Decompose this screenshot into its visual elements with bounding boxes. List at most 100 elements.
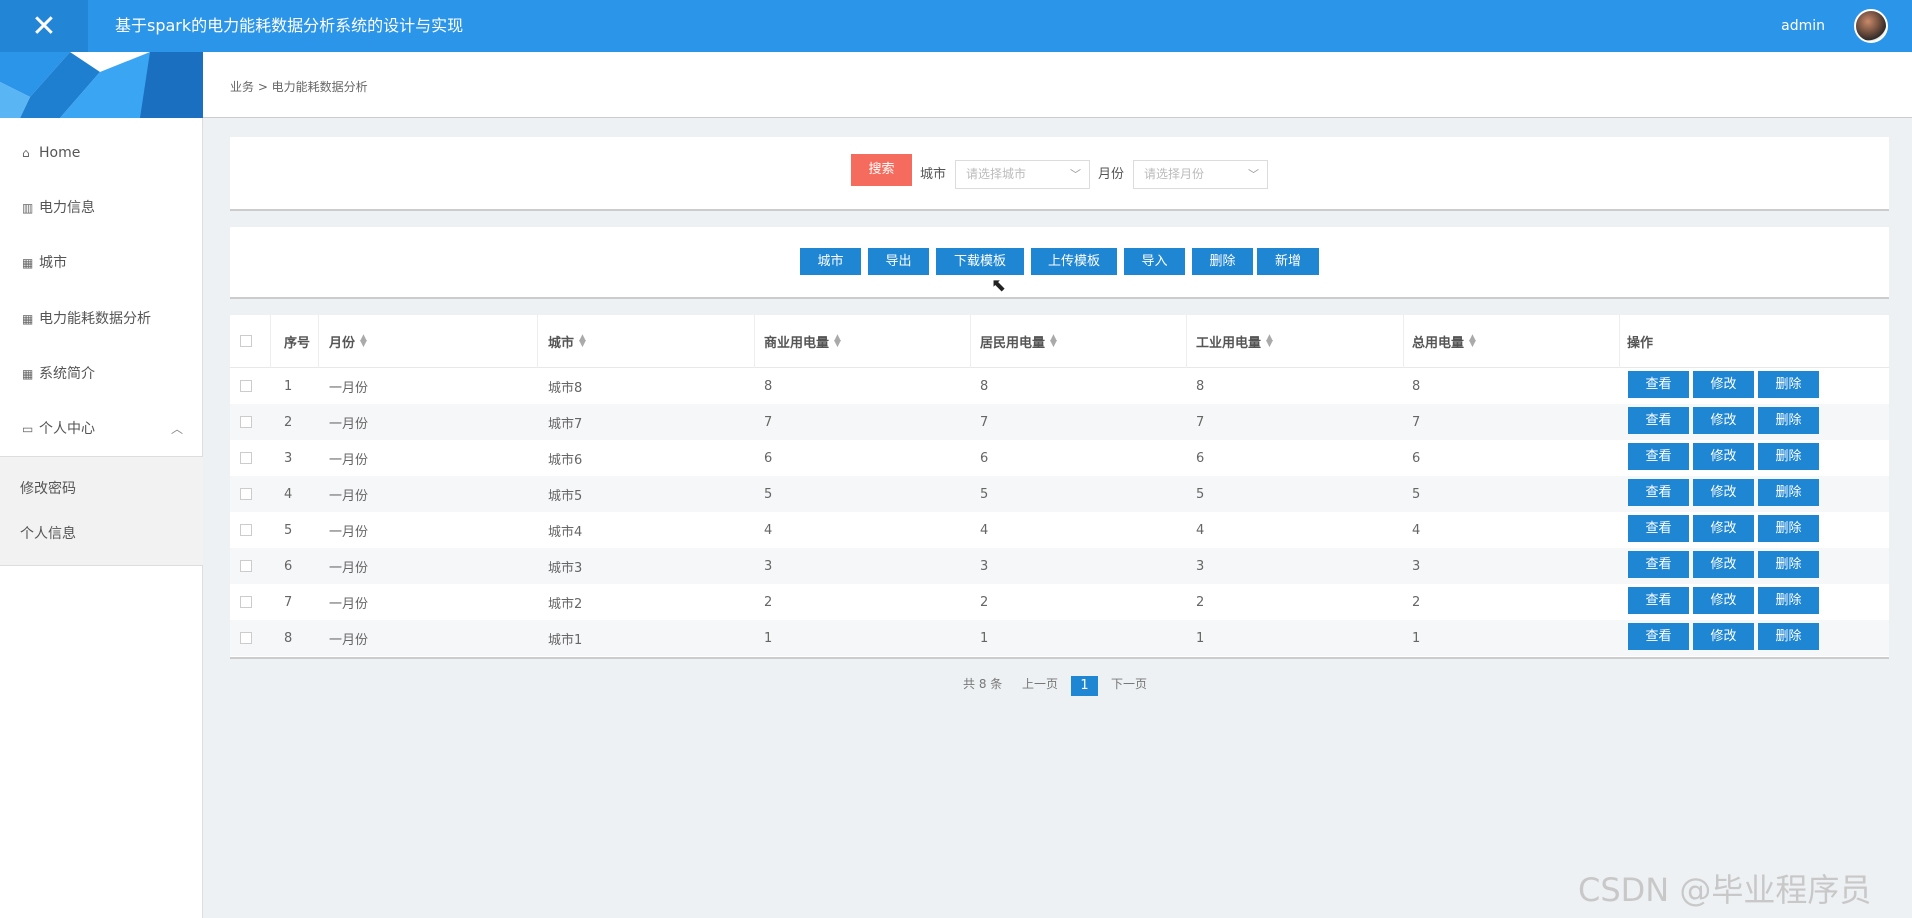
breadcrumb-bar: 业务 > 电力能耗数据分析 [203, 52, 1912, 118]
table-cell: 4 [764, 522, 773, 538]
view-button[interactable]: 查看 [1628, 479, 1689, 506]
table-cell: 城市6 [548, 452, 583, 468]
sort-icon[interactable]: ▲ ▼ [834, 334, 841, 349]
edit-button[interactable]: 修改 [1693, 407, 1754, 434]
table-row: 7 一月份 城市2 2 2 2 2 查看 修改 删除 [230, 584, 1889, 620]
sidebar-item-personal-info[interactable]: 个人信息 [20, 523, 76, 543]
app-title: 基于spark的电力能耗数据分析系统的设计与实现 [115, 16, 464, 35]
col-city[interactable]: 城市 ▲ ▼ [548, 315, 586, 367]
table-cell: 5 [1196, 486, 1205, 502]
pagination-current-page[interactable]: 1 [1071, 676, 1098, 696]
table-cell: 7 [284, 594, 293, 610]
row-delete-button[interactable]: 删除 [1758, 623, 1819, 650]
table-cell: 城市3 [548, 560, 583, 576]
col-residential[interactable]: 居民用电量 ▲ ▼ [980, 315, 1057, 367]
row-delete-button[interactable]: 删除 [1758, 371, 1819, 398]
sidebar-item-home[interactable]: ⌂ Home [0, 131, 203, 175]
export-button[interactable]: 导出 [868, 248, 929, 275]
add-button[interactable]: 新增 [1257, 248, 1319, 275]
username[interactable]: admin [1781, 0, 1825, 52]
close-icon[interactable]: ✕ [0, 0, 88, 52]
table-row: 4 一月份 城市5 5 5 5 5 查看 修改 删除 [230, 476, 1889, 512]
pagination-prev[interactable]: 上一页 [1022, 675, 1058, 692]
sidebar-item-city[interactable]: ▦ 城市 [0, 241, 203, 285]
view-button[interactable]: 查看 [1628, 407, 1689, 434]
table-cell: 1 [1196, 630, 1205, 646]
table-cell: 4 [1196, 522, 1205, 538]
view-button[interactable]: 查看 [1628, 551, 1689, 578]
row-delete-button[interactable]: 删除 [1758, 407, 1819, 434]
sort-icon[interactable]: ▲ ▼ [1050, 334, 1057, 349]
table-cell: 7 [980, 414, 989, 430]
sidebar-item-change-password[interactable]: 修改密码 [20, 478, 76, 498]
row-checkbox[interactable] [240, 440, 252, 476]
table-cell: 城市1 [548, 632, 583, 648]
edit-button[interactable]: 修改 [1693, 551, 1754, 578]
row-checkbox[interactable] [240, 584, 252, 620]
upload-template-button[interactable]: 上传模板 [1031, 248, 1117, 275]
col-month[interactable]: 月份 ▲ ▼ [329, 315, 367, 367]
bar-chart-icon: ▥ [22, 201, 34, 215]
download-template-button[interactable]: 下载模板 [936, 248, 1024, 275]
row-checkbox[interactable] [240, 404, 252, 440]
row-delete-button[interactable]: 删除 [1758, 587, 1819, 614]
select-all-checkbox[interactable] [240, 315, 252, 367]
sort-icon[interactable]: ▲ ▼ [1469, 334, 1476, 349]
row-checkbox[interactable] [240, 512, 252, 548]
col-industrial[interactable]: 工业用电量 ▲ ▼ [1196, 315, 1273, 367]
edit-button[interactable]: 修改 [1693, 479, 1754, 506]
table-cell: 6 [284, 558, 293, 574]
sort-icon[interactable]: ▲ ▼ [360, 334, 367, 349]
sidebar-item-energy-analysis[interactable]: ▦ 电力能耗数据分析 [0, 297, 203, 341]
sort-icon[interactable]: ▲ ▼ [1266, 334, 1273, 349]
table-cell: 6 [1412, 450, 1421, 466]
edit-button[interactable]: 修改 [1693, 443, 1754, 470]
edit-button[interactable]: 修改 [1693, 515, 1754, 542]
personal-center-submenu: 修改密码 个人信息 [0, 456, 203, 566]
delete-button[interactable]: 删除 [1192, 248, 1253, 275]
table-header: 序号 月份 ▲ ▼ 城市 ▲ ▼ 商业用电量 ▲ ▼ 居民用电量 ▲ ▼ 工业用电量 ▲ ▼ 总用电… [230, 315, 1889, 368]
search-button[interactable]: 搜索 [851, 154, 912, 186]
table-cell: 4 [1412, 522, 1421, 538]
city-select[interactable]: 请选择城市 ﹀ [955, 160, 1090, 189]
month-select[interactable]: 请选择月份 ﹀ [1133, 160, 1268, 189]
import-button[interactable]: 导入 [1124, 248, 1185, 275]
row-checkbox[interactable] [240, 476, 252, 512]
table-row: 3 一月份 城市6 6 6 6 6 查看 修改 删除 [230, 440, 1889, 476]
view-button[interactable]: 查看 [1628, 443, 1689, 470]
row-delete-button[interactable]: 删除 [1758, 443, 1819, 470]
avatar[interactable] [1854, 9, 1888, 43]
top-header: ✕ 基于spark的电力能耗数据分析系统的设计与实现 admin [0, 0, 1912, 52]
col-total[interactable]: 总用电量 ▲ ▼ [1412, 315, 1476, 367]
table-row: 2 一月份 城市7 7 7 7 7 查看 修改 删除 [230, 404, 1889, 440]
table-cell: 8 [1412, 378, 1421, 394]
row-delete-button[interactable]: 删除 [1758, 515, 1819, 542]
edit-button[interactable]: 修改 [1693, 371, 1754, 398]
pagination-next[interactable]: 下一页 [1111, 675, 1147, 692]
view-button[interactable]: 查看 [1628, 623, 1689, 650]
sort-icon[interactable]: ▲ ▼ [579, 334, 586, 349]
sidebar-item-power-info[interactable]: ▥ 电力信息 [0, 186, 203, 230]
table-cell: 一月份 [329, 452, 369, 468]
view-button[interactable]: 查看 [1628, 371, 1689, 398]
row-delete-button[interactable]: 删除 [1758, 551, 1819, 578]
edit-button[interactable]: 修改 [1693, 587, 1754, 614]
table-cell: 一月份 [329, 560, 369, 576]
col-commercial[interactable]: 商业用电量 ▲ ▼ [764, 315, 841, 367]
search-panel: 搜索 城市 请选择城市 ﹀ 月份 请选择月份 ﹀ [230, 137, 1889, 211]
table-cell: 城市4 [548, 524, 583, 540]
sidebar-item-personal-center[interactable]: ▭ 个人中心 ︿ [0, 407, 203, 451]
row-checkbox[interactable] [240, 368, 252, 404]
table-cell: 3 [764, 558, 773, 574]
table-row: 5 一月份 城市4 4 4 4 4 查看 修改 删除 [230, 512, 1889, 548]
city-button[interactable]: 城市 [800, 248, 861, 275]
view-button[interactable]: 查看 [1628, 587, 1689, 614]
table-cell: 3 [980, 558, 989, 574]
sidebar-item-system-intro[interactable]: ▦ 系统简介 [0, 352, 203, 396]
row-checkbox[interactable] [240, 548, 252, 584]
row-delete-button[interactable]: 删除 [1758, 479, 1819, 506]
row-checkbox[interactable] [240, 620, 252, 656]
view-button[interactable]: 查看 [1628, 515, 1689, 542]
edit-button[interactable]: 修改 [1693, 623, 1754, 650]
card-icon: ▭ [22, 422, 34, 436]
